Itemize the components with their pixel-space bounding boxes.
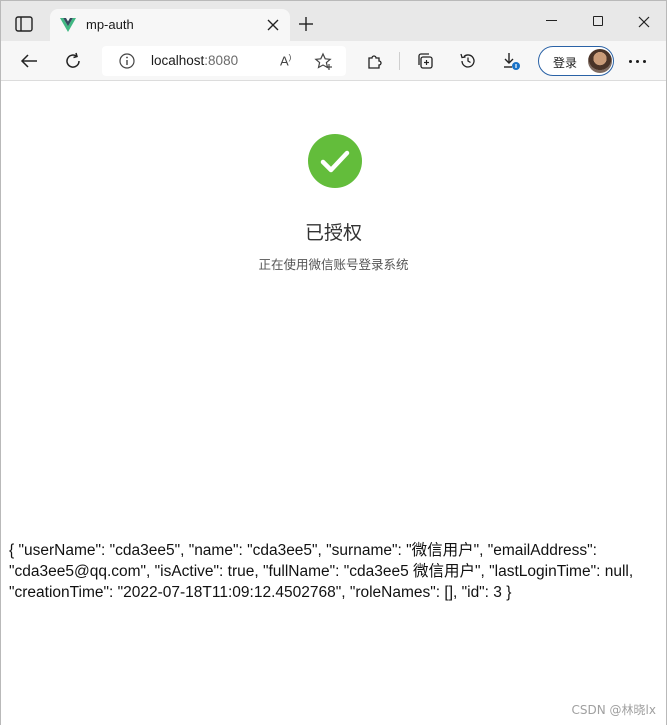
login-label: 登录 xyxy=(553,56,578,70)
new-tab-icon[interactable] xyxy=(298,16,314,32)
tab-strip: mp-auth xyxy=(1,1,666,41)
refresh-icon[interactable] xyxy=(63,51,83,71)
toolbar-separator xyxy=(399,52,400,70)
add-favorite-icon[interactable] xyxy=(314,52,334,72)
collections-icon[interactable] xyxy=(415,51,435,71)
user-info-json: { "userName": "cda3ee5", "name": "cda3ee… xyxy=(9,542,634,601)
page-title: 已授权 xyxy=(304,222,362,244)
tab-actions-icon[interactable] xyxy=(13,13,35,35)
avatar xyxy=(588,49,612,73)
vue-logo-icon xyxy=(60,18,76,32)
page-content: 已授权 正在使用微信账号登录系统 { "userName": "cda3ee5"… xyxy=(1,82,666,725)
url-port: :8080 xyxy=(204,53,239,68)
address-bar[interactable]: localhost:8080 A) xyxy=(102,46,346,76)
browser-toolbar: localhost:8080 A) 登录 xyxy=(1,41,666,81)
url-text: localhost:8080 xyxy=(151,53,238,68)
back-icon[interactable] xyxy=(19,51,39,71)
site-info-icon[interactable] xyxy=(118,52,136,70)
downloads-icon[interactable] xyxy=(501,51,521,71)
url-host: localhost xyxy=(151,53,205,68)
close-window-icon[interactable] xyxy=(638,15,650,28)
read-aloud-icon[interactable]: A) xyxy=(280,53,291,68)
extensions-icon[interactable] xyxy=(365,51,385,71)
browser-window: mp-auth localhost:8080 A) 登录 已授权 正在使用微信账… xyxy=(0,0,667,725)
history-icon[interactable] xyxy=(458,51,478,71)
tab-title: mp-auth xyxy=(86,17,134,32)
more-options-icon[interactable] xyxy=(629,60,649,64)
check-circle-icon xyxy=(308,134,362,188)
page-subtitle: 正在使用微信账号登录系统 xyxy=(258,257,409,272)
close-tab-icon[interactable] xyxy=(266,18,280,32)
minimize-icon[interactable] xyxy=(546,20,557,21)
watermark: CSDN @林晓lx xyxy=(571,703,656,717)
profile-login-button[interactable]: 登录 xyxy=(538,46,614,76)
maximize-icon[interactable] xyxy=(593,16,603,26)
tab-mp-auth[interactable]: mp-auth xyxy=(50,9,290,41)
